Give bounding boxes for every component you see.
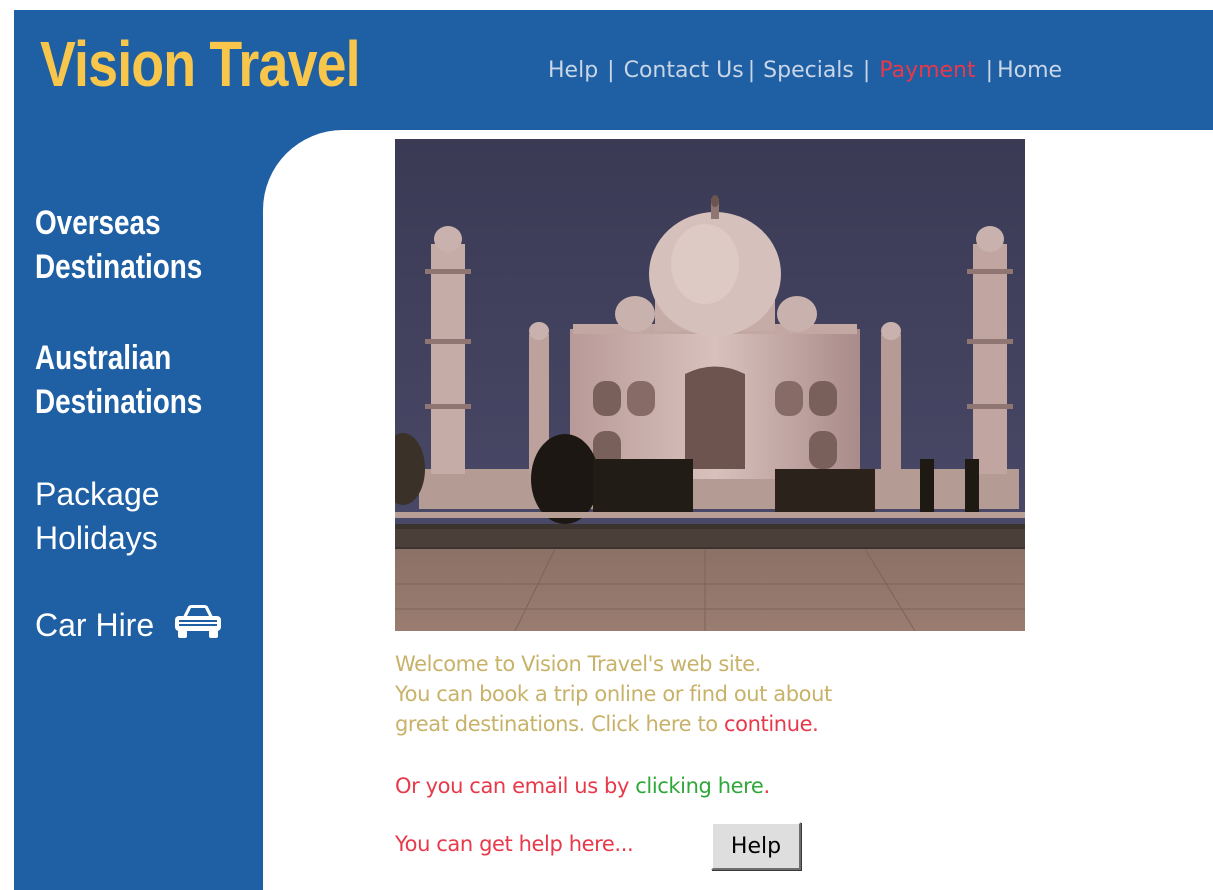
continue-link[interactable]: continue (724, 712, 813, 736)
sidebar-item-label: Holidays (35, 520, 158, 556)
site-logo: Vision Travel (40, 28, 361, 100)
help-button[interactable]: Help (711, 822, 801, 870)
sidebar-item-package-holidays[interactable]: Package Holidays (35, 472, 160, 560)
nav-separator: | (747, 58, 756, 83)
welcome-message: Welcome to Vision Travel's web site. You… (395, 649, 1035, 739)
sidebar-item-label: Destinations (35, 248, 203, 286)
welcome-line: Welcome to Vision Travel's web site. (395, 652, 761, 676)
sidebar-item-label: Car Hire (35, 607, 155, 643)
sidebar-item-label: Destinations (35, 383, 203, 421)
punctuation: . (812, 712, 819, 736)
taj-mahal-photo (395, 139, 1025, 631)
nav-help-link[interactable]: Help (548, 58, 598, 83)
nav-separator: | (862, 58, 871, 83)
welcome-line: You can book a trip online or find out a… (395, 682, 832, 706)
welcome-line: great destinations. Click here to contin… (395, 709, 1035, 739)
nav-specials-link[interactable]: Specials (763, 58, 854, 83)
sidebar-item-car-hire[interactable]: Car Hire (35, 603, 223, 652)
nav-separator: | (607, 58, 615, 83)
nav-contact-us-link[interactable]: Contact Us (624, 58, 744, 83)
top-navigation: Help | Contact Us | Specials | Payment | Home (548, 57, 1062, 85)
nav-home-link[interactable]: Home (997, 58, 1062, 83)
sidebar-item-australian-destinations[interactable]: Australian Destinations (35, 336, 202, 424)
nav-payment-link[interactable]: Payment (879, 58, 975, 83)
sidebar-item-label: Overseas (35, 204, 161, 242)
car-icon (173, 603, 223, 652)
punctuation: . (763, 774, 770, 798)
email-message: Or you can email us by clicking here. (395, 771, 770, 801)
sidebar-item-label: Package (35, 476, 160, 512)
email-link[interactable]: clicking here (635, 774, 764, 798)
help-prompt: You can get help here... (395, 832, 634, 856)
email-text: Or you can email us by (395, 774, 636, 798)
sidebar-item-overseas-destinations[interactable]: Overseas Destinations (35, 201, 202, 289)
nav-separator: | (985, 58, 994, 83)
welcome-text: great destinations. Click here to (395, 712, 725, 736)
sidebar-item-label: Australian (35, 339, 172, 377)
